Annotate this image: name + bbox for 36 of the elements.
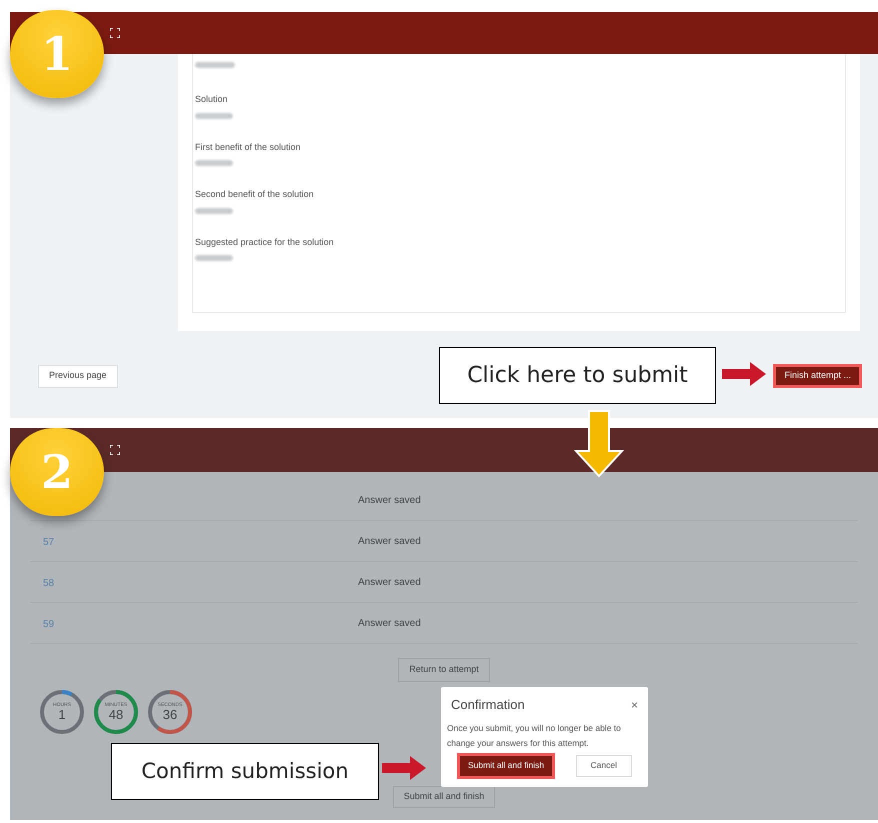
answer-status: Answer saved bbox=[358, 494, 421, 508]
cancel-button[interactable]: Cancel bbox=[576, 754, 632, 776]
answer-status: Answer saved bbox=[358, 576, 421, 590]
blurred-text bbox=[195, 160, 233, 166]
blurred-text bbox=[195, 255, 233, 261]
dialog-title: Confirmation bbox=[451, 696, 525, 714]
field-label: First benefit of the solution bbox=[195, 140, 302, 154]
field-label: Second benefit of the solution bbox=[195, 188, 315, 201]
answer-status: Answer saved bbox=[358, 534, 421, 548]
timer-ring bbox=[38, 688, 86, 736]
field-label: Suggested practice for the solution bbox=[195, 236, 335, 249]
dialog-message: Once you submit, you will no longer be able to change your answers for this attempt. bbox=[447, 722, 622, 750]
callout-box: Confirm submission bbox=[111, 743, 379, 800]
finish-attempt-button[interactable]: Finish attempt ... bbox=[773, 364, 862, 388]
submit-all-and-finish-button[interactable]: Submit all and finish bbox=[457, 752, 556, 778]
answer-status: Answer saved bbox=[358, 616, 421, 630]
submit-all-button[interactable]: Submit all and finish bbox=[392, 786, 496, 808]
close-button[interactable]: × bbox=[630, 698, 638, 711]
fullscreen-icon[interactable] bbox=[110, 28, 120, 38]
timer-value: 48 bbox=[108, 708, 124, 721]
return-to-attempt-button[interactable]: Return to attempt bbox=[398, 658, 490, 682]
field-label: Solution bbox=[195, 93, 229, 106]
down-arrow-icon bbox=[574, 410, 624, 478]
timer-value: 1 bbox=[58, 708, 66, 721]
arrow-icon bbox=[382, 756, 426, 780]
blurred-text bbox=[195, 62, 235, 68]
previous-page-button[interactable]: Previous page bbox=[38, 364, 118, 388]
fullscreen-icon[interactable] bbox=[110, 445, 120, 455]
blurred-text bbox=[195, 208, 233, 214]
timer-value: 36 bbox=[162, 708, 178, 721]
timer-ring bbox=[92, 688, 140, 736]
timer-ring bbox=[146, 688, 194, 736]
callout-box: Click here to submit bbox=[439, 347, 716, 404]
arrow-icon bbox=[722, 362, 766, 386]
answer-textarea[interactable]: Solution First benefit of the solution Second benefit of the solution Suggested practice for the solution bbox=[192, 54, 846, 313]
blurred-text bbox=[195, 112, 233, 118]
